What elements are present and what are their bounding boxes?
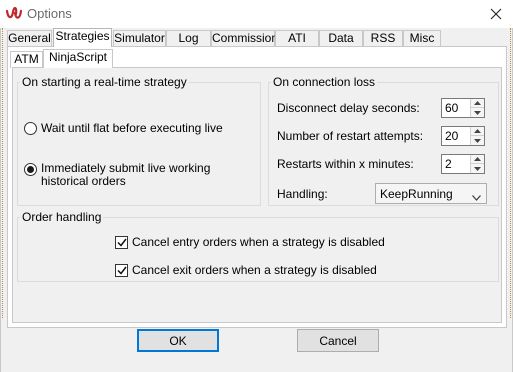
window-border-right [509,28,511,318]
subtab-atm[interactable]: ATM [10,51,43,68]
handling-dropdown[interactable]: KeepRunning [375,183,487,204]
restart-attempts-up-arrow-icon[interactable] [471,127,484,136]
close-icon [490,8,502,20]
wait-until-flat-radio[interactable] [24,122,37,135]
wait-until-flat-option[interactable]: Wait until flat before executing live [24,121,223,135]
tab-ati[interactable]: ATI [275,30,319,47]
cancel-entry-orders-label: Cancel entry orders when a strategy is d… [132,235,385,249]
restart-minutes-label: Restarts within x minutes: [277,157,414,171]
submit-immediately-radio[interactable] [24,163,37,176]
subtab-ninjascript[interactable]: NinjaScript [43,49,113,68]
disconnect-delay-down-arrow-icon[interactable] [471,108,484,117]
options-window-body: General Strategies Simulator Log Commiss… [0,28,513,372]
cancel-exit-orders-label: Cancel exit orders when a strategy is di… [132,263,377,277]
strategies-tab-panel: ATM NinjaScript On starting a real-time … [7,46,507,328]
ok-button[interactable]: OK [137,329,219,352]
disconnect-delay-up-arrow-icon[interactable] [471,99,484,108]
tab-commission[interactable]: Commission [211,30,278,47]
restart-attempts-label: Number of restart attempts: [277,129,424,143]
checkmark-icon [116,266,127,275]
checkmark-icon [116,238,127,247]
restart-attempts-down-arrow-icon[interactable] [471,136,484,145]
tab-misc[interactable]: Misc [403,30,441,47]
cancel-exit-orders-checkbox[interactable] [115,263,128,277]
restart-minutes-value[interactable]: 2 [445,157,452,171]
tab-strategies[interactable]: Strategies [53,28,112,47]
restart-attempts-value[interactable]: 20 [445,129,458,143]
window-border-left [2,28,4,318]
chevron-down-icon [472,190,481,204]
disconnect-delay-spin-buttons [470,99,484,117]
wait-until-flat-label: Wait until flat before executing live [41,121,223,135]
realtime-strategy-legend: On starting a real-time strategy [22,75,187,89]
disconnect-delay-label: Disconnect delay seconds: [277,101,420,115]
tab-general[interactable]: General [7,30,52,47]
submit-immediately-option[interactable]: Immediately submit live working historic… [24,162,210,188]
title-bar: Options [0,0,513,28]
restart-minutes-down-arrow-icon[interactable] [471,164,484,173]
restart-minutes-spin-buttons [470,155,484,173]
window-title: Options [27,6,72,21]
restart-attempts-spin-buttons [470,127,484,145]
restart-minutes-up-arrow-icon[interactable] [471,155,484,164]
handling-label: Handling: [277,187,328,201]
submit-immediately-label-line2: historical orders [41,174,126,188]
tab-log[interactable]: Log [166,30,211,47]
restart-attempts-spinner[interactable]: 20 [441,126,485,146]
order-handling-legend: Order handling [22,210,102,224]
ninjascript-panel: On starting a real-time strategy Wait un… [12,67,502,323]
disconnect-delay-value[interactable]: 60 [445,101,458,115]
disconnect-delay-spinner[interactable]: 60 [441,98,485,118]
tab-data[interactable]: Data [319,30,363,47]
close-button[interactable] [479,0,513,28]
connection-loss-legend: On connection loss [273,75,376,89]
ninjatrader-logo-icon [5,7,23,21]
cancel-button[interactable]: Cancel [297,329,379,352]
cancel-entry-orders-checkbox[interactable] [115,235,128,249]
cancel-exit-orders-option[interactable]: Cancel exit orders when a strategy is di… [115,263,377,277]
tab-simulator[interactable]: Simulator [113,30,166,47]
tab-rss[interactable]: RSS [363,30,403,47]
handling-value: KeepRunning [380,187,453,201]
restart-minutes-spinner[interactable]: 2 [441,154,485,174]
cancel-entry-orders-option[interactable]: Cancel entry orders when a strategy is d… [115,235,385,249]
